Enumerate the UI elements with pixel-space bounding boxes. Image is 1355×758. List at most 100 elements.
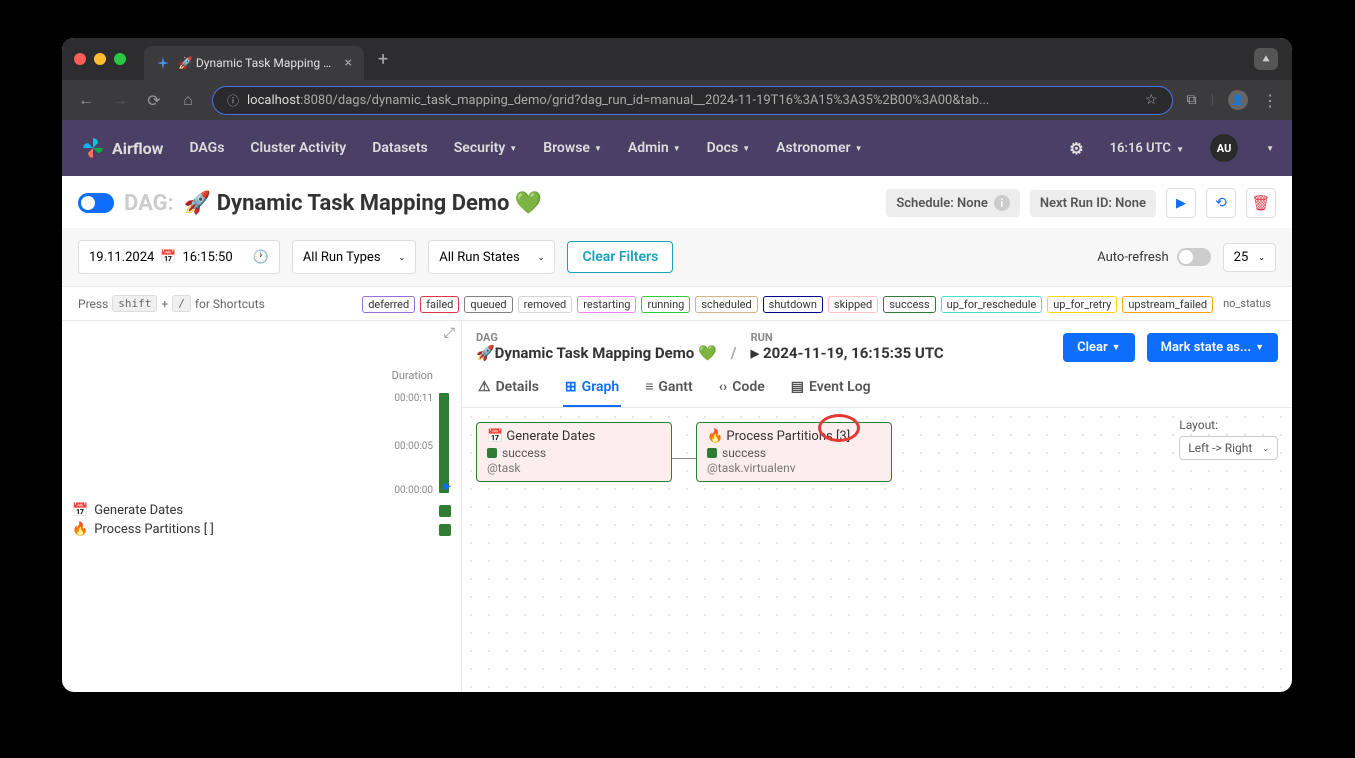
nav-datasets[interactable]: Datasets xyxy=(372,140,428,156)
tab-event-log[interactable]: ▤Event Log xyxy=(789,372,873,407)
tab-details[interactable]: ⚠Details xyxy=(476,372,541,407)
legend-skipped[interactable]: skipped xyxy=(828,296,878,313)
task-label: Process Partitions [ ] xyxy=(94,522,214,537)
airflow-logo[interactable]: Airflow xyxy=(80,135,163,161)
nav-docs[interactable]: Docs▼ xyxy=(707,140,750,156)
node-generate-dates[interactable]: 📅 Generate Dates success @task xyxy=(476,422,672,482)
url-input[interactable]: ⓘ localhost:8080/dags/dynamic_task_mappi… xyxy=(212,86,1173,115)
node-decorator: @task.virtualenv xyxy=(707,461,881,475)
reload-button[interactable]: ⟳ xyxy=(144,90,164,110)
autorefresh-toggle[interactable] xyxy=(1177,248,1211,266)
graph-canvas[interactable]: Layout: Left -> Right⌄ 📅 Generate Dates … xyxy=(462,408,1292,692)
status-box[interactable] xyxy=(439,505,451,517)
refresh-dag-button[interactable]: ⟲ xyxy=(1206,188,1236,218)
next-run-text: Next Run ID: None xyxy=(1040,196,1146,211)
legend-up_for_retry[interactable]: up_for_retry xyxy=(1047,296,1117,313)
breadcrumb-separator: / xyxy=(729,343,739,362)
tab-title: 🚀 Dynamic Task Mapping De xyxy=(178,56,337,70)
warning-icon: ⚠ xyxy=(478,379,491,395)
extensions-icon[interactable]: ⧉ xyxy=(1187,92,1197,108)
profile-avatar[interactable]: 👤 xyxy=(1228,90,1248,110)
legend-shutdown[interactable]: shutdown xyxy=(763,296,823,313)
delete-dag-button[interactable]: 🗑 xyxy=(1246,188,1276,218)
tab-overflow-indicator[interactable] xyxy=(1254,48,1278,70)
page-limit-select[interactable]: 25 ⌄ xyxy=(1223,243,1276,272)
node-title: Process Partitions [3] xyxy=(726,429,850,444)
browser-menu-icon[interactable]: ⋮ xyxy=(1262,91,1278,110)
tab-gantt[interactable]: ≡Gantt xyxy=(643,372,694,407)
date-input[interactable]: 19.11.2024 📅 16:15:50 🕐 xyxy=(78,240,280,274)
browser-tab-active[interactable]: 🚀 Dynamic Task Mapping De × xyxy=(144,46,364,80)
nav-admin[interactable]: Admin▼ xyxy=(628,140,681,156)
task-row-process-partitions[interactable]: 🔥 Process Partitions [ ] xyxy=(62,520,461,539)
next-run-badge: Next Run ID: None xyxy=(1030,190,1156,217)
tab-code[interactable]: ‹›Code xyxy=(717,372,767,407)
window-controls xyxy=(74,53,126,65)
pinwheel-icon xyxy=(80,135,106,161)
airflow-navbar: Airflow DAGs Cluster Activity Datasets S… xyxy=(62,120,1292,176)
legend-up_for_reschedule[interactable]: up_for_reschedule xyxy=(941,296,1043,313)
home-button[interactable]: ⌂ xyxy=(178,90,198,110)
minimize-window[interactable] xyxy=(94,53,106,65)
tab-graph[interactable]: ⊞Graph xyxy=(563,372,621,407)
bookmark-icon[interactable]: ☆ xyxy=(1145,92,1158,108)
status-box xyxy=(487,448,497,458)
node-status: success xyxy=(722,446,766,460)
legend-queued[interactable]: queued xyxy=(464,296,512,313)
mark-state-button[interactable]: Mark state as... ▼ xyxy=(1147,333,1278,362)
info-icon[interactable]: i xyxy=(994,195,1010,211)
site-info-icon[interactable]: ⓘ xyxy=(227,92,239,109)
dag-breadcrumb[interactable]: 🚀Dynamic Task Mapping Demo 💚 xyxy=(476,344,717,362)
run-breadcrumb[interactable]: ▶ 2024-11-19, 16:15:35 UTC xyxy=(751,344,944,362)
node-process-partitions[interactable]: 🔥 Process Partitions [3] success @task.v… xyxy=(696,422,892,482)
new-tab-button[interactable]: + xyxy=(372,49,394,70)
legend-removed[interactable]: removed xyxy=(518,296,573,313)
legend-success[interactable]: success xyxy=(883,296,935,313)
filter-bar: 19.11.2024 📅 16:15:50 🕐 All Run Types ⌄ … xyxy=(62,228,1292,287)
code-icon: ‹› xyxy=(719,379,728,395)
legend-restarting[interactable]: restarting xyxy=(577,296,636,313)
nav-dags[interactable]: DAGs xyxy=(189,140,224,156)
nav-astronomer[interactable]: Astronomer▼ xyxy=(776,140,862,156)
run-bar[interactable] xyxy=(439,393,449,493)
gantt-icon: ≡ xyxy=(645,378,653,395)
trigger-dag-button[interactable]: ▶ xyxy=(1166,188,1196,218)
legend-failed[interactable]: failed xyxy=(420,296,459,313)
layout-label: Layout: xyxy=(1179,418,1278,432)
user-menu[interactable]: AU xyxy=(1210,134,1238,162)
dag-enable-toggle[interactable] xyxy=(78,193,114,213)
run-types-select[interactable]: All Run Types ⌄ xyxy=(292,240,416,274)
close-tab-icon[interactable]: × xyxy=(345,55,352,71)
chevron-down-icon: ⌄ xyxy=(538,253,545,262)
airflow-brand: Airflow xyxy=(112,139,163,158)
legend-upstream_failed[interactable]: upstream_failed xyxy=(1122,296,1213,313)
status-legend: Press shift + / for Shortcuts deferred fa… xyxy=(62,287,1292,321)
view-tabs: ⚠Details ⊞Graph ≡Gantt ‹›Code ▤Event Log xyxy=(462,362,1292,408)
run-states-select[interactable]: All Run States ⌄ xyxy=(428,240,555,274)
nav-cluster-activity[interactable]: Cluster Activity xyxy=(250,140,346,156)
legend-running[interactable]: running xyxy=(641,296,690,313)
layout-select[interactable]: Left -> Right⌄ xyxy=(1179,436,1278,460)
clear-button[interactable]: Clear ▼ xyxy=(1063,333,1134,362)
time-display[interactable]: 16:16 UTC ▼ xyxy=(1110,141,1185,156)
node-status: success xyxy=(502,446,546,460)
calendar-icon: 📅 xyxy=(72,503,88,518)
nav-browse[interactable]: Browse▼ xyxy=(543,140,602,156)
status-box[interactable] xyxy=(439,524,451,536)
forward-button[interactable]: → xyxy=(110,90,130,110)
legend-deferred[interactable]: deferred xyxy=(362,296,415,313)
close-window[interactable] xyxy=(74,53,86,65)
task-row-generate-dates[interactable]: 📅 Generate Dates xyxy=(62,501,461,520)
clock-icon: 🕐 xyxy=(253,250,269,265)
nav-security[interactable]: Security▼ xyxy=(454,140,517,156)
back-button[interactable]: ← xyxy=(76,90,96,110)
divider: | xyxy=(1211,92,1214,108)
duration-chart: Duration 00:00:11 00:00:05 00:00:00 ▶ xyxy=(62,321,461,501)
maximize-window[interactable] xyxy=(114,53,126,65)
browser-tab-bar: 🚀 Dynamic Task Mapping De × + xyxy=(62,38,1292,80)
legend-scheduled[interactable]: scheduled xyxy=(695,296,757,313)
legend-nostatus[interactable]: no_status xyxy=(1218,296,1276,311)
shortcut-hint: Press shift + / for Shortcuts xyxy=(78,295,265,312)
gear-icon[interactable]: ⚙ xyxy=(1069,139,1083,158)
clear-filters-button[interactable]: Clear Filters xyxy=(567,241,673,273)
